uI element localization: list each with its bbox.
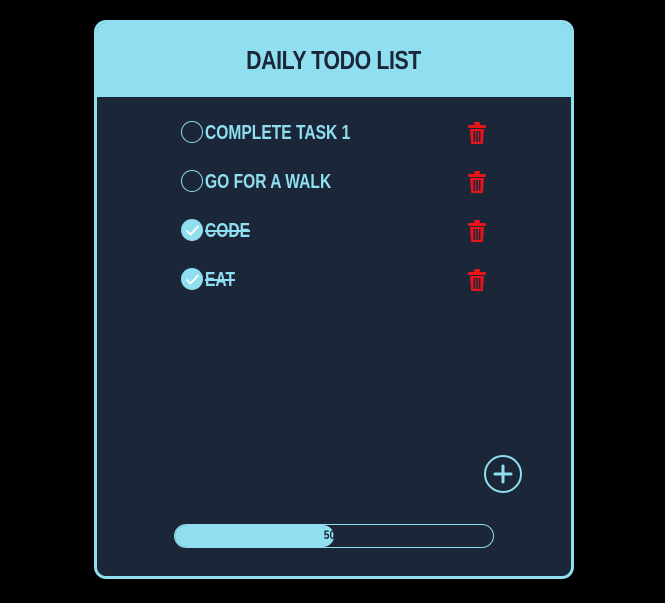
todo-card: DAILY TODO LIST COMPLETE TASK 1 GO FOR A… xyxy=(94,20,574,579)
card-header: DAILY TODO LIST xyxy=(97,23,571,97)
add-task-button[interactable] xyxy=(484,455,522,493)
check-icon xyxy=(186,274,199,285)
task-checkbox[interactable] xyxy=(181,268,203,290)
progress-bar: 50% xyxy=(174,524,494,548)
task-label: CODE xyxy=(205,220,251,242)
trash-icon[interactable] xyxy=(467,170,487,194)
task-label: GO FOR A WALK xyxy=(205,171,332,193)
task-label: COMPLETE TASK 1 xyxy=(205,122,351,144)
task-item: CODE xyxy=(181,218,501,246)
task-checkbox[interactable] xyxy=(181,219,203,241)
task-label: EAT xyxy=(205,269,236,291)
task-checkbox[interactable] xyxy=(181,170,203,192)
task-item: COMPLETE TASK 1 xyxy=(181,120,501,148)
page-title: DAILY TODO LIST xyxy=(246,44,422,75)
task-checkbox[interactable] xyxy=(181,121,203,143)
trash-icon[interactable] xyxy=(467,121,487,145)
plus-icon xyxy=(493,464,513,484)
trash-icon[interactable] xyxy=(467,268,487,292)
task-item: EAT xyxy=(181,267,501,295)
trash-icon[interactable] xyxy=(467,219,487,243)
task-item: GO FOR A WALK xyxy=(181,169,501,197)
progress-label: 50% xyxy=(323,528,345,542)
check-icon xyxy=(186,225,199,236)
